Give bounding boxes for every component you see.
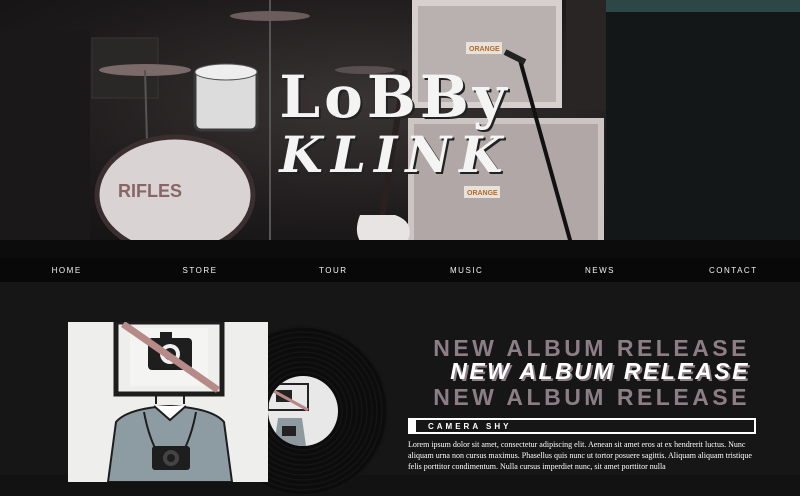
album-title: CAMERA SHY [428, 421, 512, 431]
vinyl-label [268, 376, 338, 446]
album-headline-front: NEW ALBUM RELEASE [450, 358, 750, 384]
logo-line-1: LoBBy [279, 63, 511, 131]
hero-banner: RIFLES ORANGE ORANGE LoBBy KLINK [0, 0, 800, 258]
nav-contact[interactable]: CONTACT [667, 266, 800, 275]
nav-music[interactable]: MUSIC [400, 266, 533, 275]
album-cover[interactable] [68, 322, 268, 482]
vinyl-label-art [268, 383, 309, 446]
nav-home[interactable]: HOME [0, 266, 133, 275]
album-title-bar: CAMERA SHY [408, 418, 756, 434]
amp-logo-text-2: ORANGE [467, 190, 498, 197]
nav-tour[interactable]: TOUR [267, 266, 400, 275]
amp-logo-text: ORANGE [469, 46, 500, 53]
nav-news[interactable]: NEWS [533, 266, 666, 275]
nav-store[interactable]: STORE [133, 266, 266, 275]
drum-logo-text: RIFLES [118, 181, 182, 201]
title-bar-marker [410, 420, 416, 432]
album-section: NEW ALBUM RELEASE NEW ALBUM RELEASE NEW … [0, 282, 800, 496]
album-headline-echo: NEW ALBUM RELEASE [433, 384, 750, 410]
logo-line-2: KLINK [279, 125, 511, 184]
album-cover-art [68, 322, 268, 482]
band-logo: LoBBy KLINK [270, 66, 520, 182]
main-navigation: HOME STORE TOUR MUSIC NEWS CONTACT [0, 258, 800, 282]
album-description: Lorem ipsum dolor sit amet, consectetur … [408, 440, 752, 471]
